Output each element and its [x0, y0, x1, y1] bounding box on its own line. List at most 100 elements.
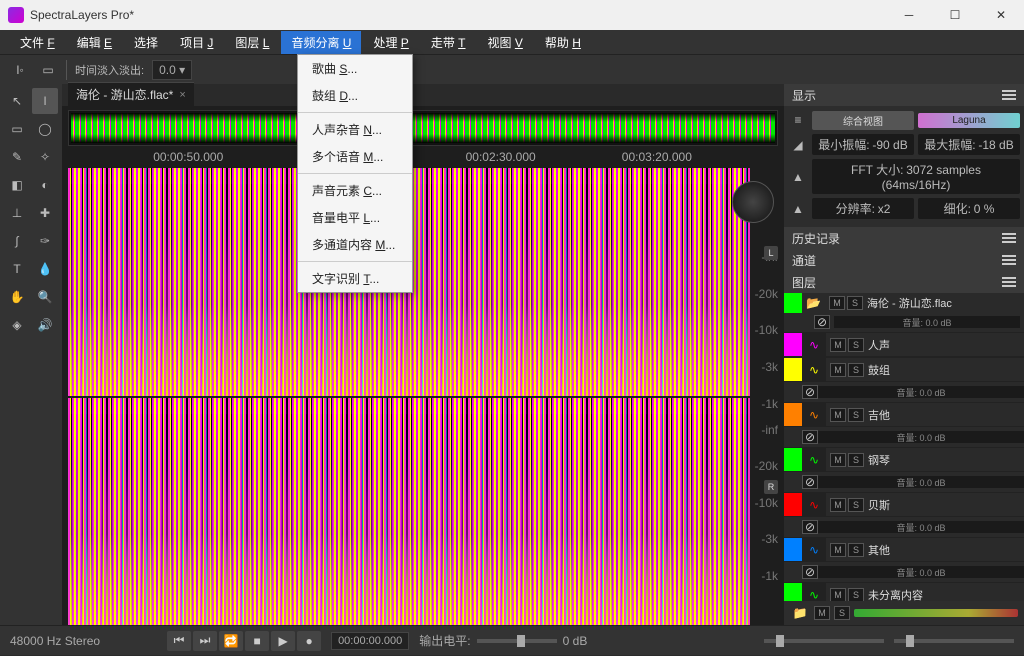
stamp-tool[interactable]: ⊥ — [4, 200, 30, 226]
view-mode-button[interactable]: 综合视图 — [812, 111, 914, 130]
mute-button[interactable]: M — [830, 453, 846, 467]
mute-icon[interactable]: ⊘ — [802, 475, 818, 489]
solo-button[interactable]: S — [848, 543, 864, 557]
history-panel-header[interactable]: 历史记录 — [784, 227, 1024, 249]
layer-name[interactable]: 未分离内容 — [868, 587, 1024, 602]
menu-项目[interactable]: 项目 J — [170, 31, 223, 54]
panel-menu-icon[interactable] — [1002, 255, 1016, 265]
mute-button[interactable]: M — [830, 338, 846, 352]
close-button[interactable]: ✕ — [978, 0, 1024, 30]
solo-button[interactable]: S — [847, 296, 863, 310]
mute-button[interactable]: M — [830, 408, 846, 422]
dropper-tool[interactable]: 💧 — [32, 256, 58, 282]
mute-icon[interactable]: ⊘ — [802, 430, 818, 444]
mute-icon[interactable]: ⊘ — [802, 520, 818, 534]
menu-帮助[interactable]: 帮助 H — [535, 31, 591, 54]
zoom-slider[interactable] — [764, 639, 884, 643]
menu-文件[interactable]: 文件 F — [10, 31, 65, 54]
menu-item[interactable]: 鼓组 D... — [298, 82, 412, 109]
layer-name[interactable]: 贝斯 — [868, 497, 1024, 513]
minimize-button[interactable]: ─ — [886, 0, 932, 30]
zoom-tool[interactable]: 🔍 — [32, 284, 58, 310]
menu-图层[interactable]: 图层 L — [225, 31, 279, 54]
solo-button[interactable]: S — [848, 453, 864, 467]
speaker-tool[interactable]: 🔊 — [32, 312, 58, 338]
menu-视图[interactable]: 视图 V — [478, 31, 533, 54]
mute-icon[interactable]: ⊘ — [802, 565, 818, 579]
menu-item[interactable]: 人声杂音 N... — [298, 116, 412, 143]
menu-选择[interactable]: 选择 — [124, 31, 168, 54]
mute-button[interactable]: M — [830, 588, 846, 602]
fft-size-value[interactable]: FFT 大小: 3072 samples (64ms/16Hz) — [812, 159, 1020, 194]
master-layer-name[interactable]: 海伦 - 游山恋.flac — [867, 295, 1024, 311]
rewind-button[interactable]: ⏮ — [167, 631, 191, 651]
volume-bar[interactable]: 音量: 0.0 dB — [834, 316, 1020, 328]
display-panel-header[interactable]: 显示 — [784, 84, 1024, 106]
record-button[interactable]: ● — [297, 631, 321, 651]
solo-button[interactable]: S — [848, 498, 864, 512]
maximize-button[interactable]: ☐ — [932, 0, 978, 30]
solo-button[interactable]: S — [848, 338, 864, 352]
solo-button[interactable]: S — [848, 588, 864, 602]
zoom-slider-2[interactable] — [894, 639, 1014, 643]
layers-panel-header[interactable]: 图层 — [784, 271, 1024, 293]
menu-item[interactable]: 音量电平 L... — [298, 204, 412, 231]
panel-menu-icon[interactable] — [1002, 90, 1016, 100]
time-ruler[interactable]: 00:00:50.000 00:02:30.000 00:03:20.000 — [68, 150, 778, 168]
picker-tool[interactable]: ✑ — [32, 228, 58, 254]
text-tool[interactable]: I — [32, 88, 58, 114]
resolution-value[interactable]: 分辨率: x2 — [812, 198, 914, 219]
layer-name[interactable]: 其他 — [868, 542, 1024, 558]
menu-编辑[interactable]: 编辑 E — [67, 31, 122, 54]
hand-tool[interactable]: ✋ — [4, 284, 30, 310]
lasso-tool[interactable]: ◯ — [32, 116, 58, 142]
menu-item[interactable]: 歌曲 S... — [298, 55, 412, 82]
colormap-button[interactable]: Laguna — [918, 113, 1020, 128]
layers-icon[interactable]: ≡ — [788, 110, 808, 130]
marquee-tool[interactable]: ▭ — [4, 116, 30, 142]
stop-button[interactable]: ■ — [245, 631, 269, 651]
heal-tool[interactable]: ✚ — [32, 200, 58, 226]
mute-button[interactable]: M — [830, 543, 846, 557]
solo-button[interactable]: S — [848, 408, 864, 422]
wand-tool[interactable]: ✧ — [32, 144, 58, 170]
type-tool[interactable]: T — [4, 256, 30, 282]
layer-name[interactable]: 鼓组 — [868, 362, 1024, 378]
layer-name[interactable]: 吉他 — [868, 407, 1024, 423]
folder-icon[interactable]: 📁 — [790, 603, 810, 623]
menu-item[interactable]: 多个语音 M... — [298, 143, 412, 170]
smudge-tool[interactable]: ◐ — [32, 172, 58, 198]
playhead-time[interactable]: 00:00:00.000 — [331, 632, 409, 650]
volume-bar[interactable]: 音量: 0.0 dB — [818, 386, 1024, 398]
panel-menu-icon[interactable] — [1002, 277, 1016, 287]
pointer-tool[interactable]: ↖ — [4, 88, 30, 114]
eraser-tool[interactable]: ◧ — [4, 172, 30, 198]
solo-button[interactable]: S — [848, 363, 864, 377]
play-button[interactable]: ▶ — [271, 631, 295, 651]
master-mute[interactable]: M — [814, 606, 830, 620]
master-solo[interactable]: S — [834, 606, 850, 620]
menu-item[interactable]: 多通道内容 M... — [298, 231, 412, 258]
loop-button[interactable]: 🔁 — [219, 631, 243, 651]
volume-bar[interactable]: 音量: 0.0 dB — [818, 521, 1024, 533]
cube-tool[interactable]: ◈ — [4, 312, 30, 338]
spectrogram-right[interactable] — [68, 398, 750, 626]
menu-走带[interactable]: 走带 T — [421, 31, 476, 54]
mute-icon[interactable]: ⊘ — [802, 385, 818, 399]
volume-bar[interactable]: 音量: 0.0 dB — [818, 566, 1024, 578]
mute-button[interactable]: M — [830, 498, 846, 512]
refine-value[interactable]: 细化: 0 % — [918, 198, 1020, 219]
output-level-slider[interactable] — [477, 639, 557, 643]
mute-button[interactable]: M — [830, 363, 846, 377]
mute-button[interactable]: M — [829, 296, 845, 310]
volume-bar[interactable]: 音量: 0.0 dB — [818, 431, 1024, 443]
brush-tool[interactable]: ✎ — [4, 144, 30, 170]
curve-tool[interactable]: ∫ — [4, 228, 30, 254]
mute-icon[interactable]: ⊘ — [814, 315, 830, 329]
layer-name[interactable]: 钢琴 — [868, 452, 1024, 468]
menu-处理[interactable]: 处理 P — [363, 31, 418, 54]
close-tab-icon[interactable]: × — [179, 89, 185, 101]
volume-bar[interactable]: 音量: 0.0 dB — [818, 476, 1024, 488]
selection-mode-icon[interactable]: ▭ — [38, 60, 58, 80]
jog-wheel[interactable] — [732, 181, 774, 223]
